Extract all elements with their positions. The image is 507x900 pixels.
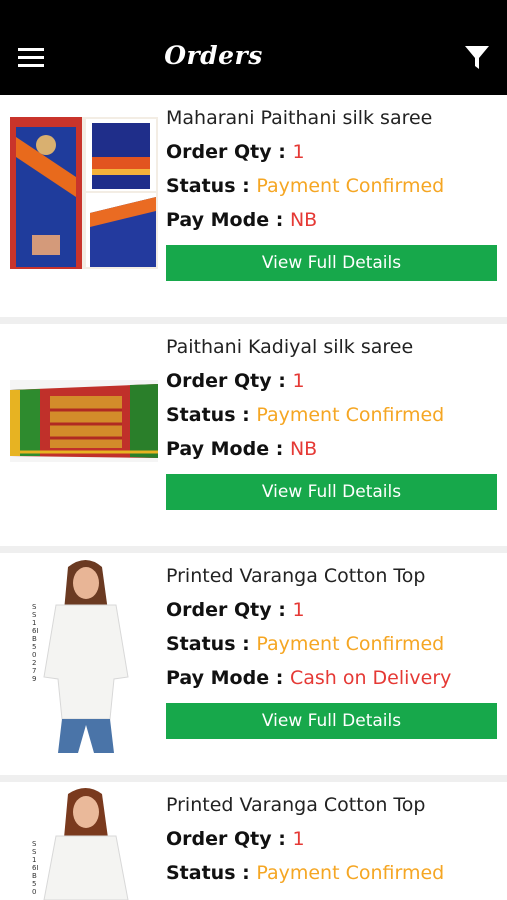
product-thumbnail[interactable]: SS16IB50279 — [10, 553, 158, 757]
order-qty-label: Order Qty : — [166, 828, 293, 850]
status-label: Status : — [166, 404, 257, 426]
product-thumbnail[interactable] — [10, 380, 158, 462]
status-label: Status : — [166, 633, 257, 655]
pay-mode-row: Pay Mode : NB — [166, 207, 497, 241]
order-qty-row: Order Qty : 1 — [166, 368, 497, 402]
order-info: Printed Varanga Cotton Top Order Qty : 1… — [166, 563, 497, 739]
view-full-details-button[interactable]: View Full Details — [166, 703, 497, 739]
app-header: Orders — [0, 0, 507, 95]
status-value: Payment Confirmed — [256, 862, 445, 884]
saree-image — [10, 117, 158, 269]
order-card: SS16IB50 Printed Varanga Cotton Top Orde… — [0, 782, 507, 900]
product-name: Paithani Kadiyal silk saree — [166, 336, 414, 358]
order-qty-label: Order Qty : — [166, 599, 293, 621]
order-qty-row: Order Qty : 1 — [166, 826, 497, 860]
status-row: Status : Payment Confirmed — [166, 631, 497, 665]
status-value: Payment Confirmed — [256, 633, 445, 655]
orders-list[interactable]: Maharani Paithani silk saree Order Qty :… — [0, 95, 507, 900]
order-qty-label: Order Qty : — [166, 370, 293, 392]
saree-image — [10, 380, 158, 462]
sku-label: SS16IB50 — [32, 840, 39, 896]
product-name: Printed Varanga Cotton Top — [166, 794, 426, 816]
order-qty-value: 1 — [292, 141, 305, 163]
order-info: Paithani Kadiyal silk saree Order Qty : … — [166, 334, 497, 510]
order-card: Paithani Kadiyal silk saree Order Qty : … — [0, 324, 507, 546]
order-qty-label: Order Qty : — [166, 141, 293, 163]
order-card: SS16IB50279 Printed Varanga Cotton Top O… — [0, 553, 507, 775]
pay-mode-value: Cash on Delivery — [289, 667, 452, 689]
product-name: Maharani Paithani silk saree — [166, 107, 433, 129]
product-thumbnail[interactable]: SS16IB50 — [10, 782, 158, 900]
sku-label: SS16IB50279 — [32, 603, 39, 683]
order-info: Maharani Paithani silk saree Order Qty :… — [166, 105, 497, 281]
view-full-details-button[interactable]: View Full Details — [166, 245, 497, 281]
pay-mode-label: Pay Mode : — [166, 209, 290, 231]
page-title: Orders — [164, 41, 263, 70]
order-qty-row: Order Qty : 1 — [166, 597, 497, 631]
status-row: Status : Payment Confirmed — [166, 402, 497, 436]
order-card: Maharani Paithani silk saree Order Qty :… — [0, 95, 507, 317]
status-label: Status : — [166, 175, 257, 197]
product-name: Printed Varanga Cotton Top — [166, 565, 426, 587]
pay-mode-row: Pay Mode : NB — [166, 436, 497, 470]
status-row: Status : Payment Confirmed — [166, 173, 497, 207]
pay-mode-label: Pay Mode : — [166, 667, 290, 689]
product-thumbnail[interactable] — [10, 117, 158, 269]
pay-mode-value: NB — [289, 209, 318, 231]
view-full-details-button[interactable]: View Full Details — [166, 474, 497, 510]
pay-mode-row: Pay Mode : Cash on Delivery — [166, 665, 497, 699]
order-qty-value: 1 — [292, 599, 305, 621]
order-qty-value: 1 — [292, 370, 305, 392]
order-qty-row: Order Qty : 1 — [166, 139, 497, 173]
order-qty-value: 1 — [292, 828, 305, 850]
pay-mode-value: NB — [289, 438, 318, 460]
status-value: Payment Confirmed — [256, 175, 445, 197]
pay-mode-label: Pay Mode : — [166, 438, 290, 460]
filter-icon[interactable] — [464, 44, 490, 72]
status-value: Payment Confirmed — [256, 404, 445, 426]
order-info: Printed Varanga Cotton Top Order Qty : 1… — [166, 792, 497, 894]
status-row: Status : Payment Confirmed — [166, 860, 497, 894]
status-label: Status : — [166, 862, 257, 884]
